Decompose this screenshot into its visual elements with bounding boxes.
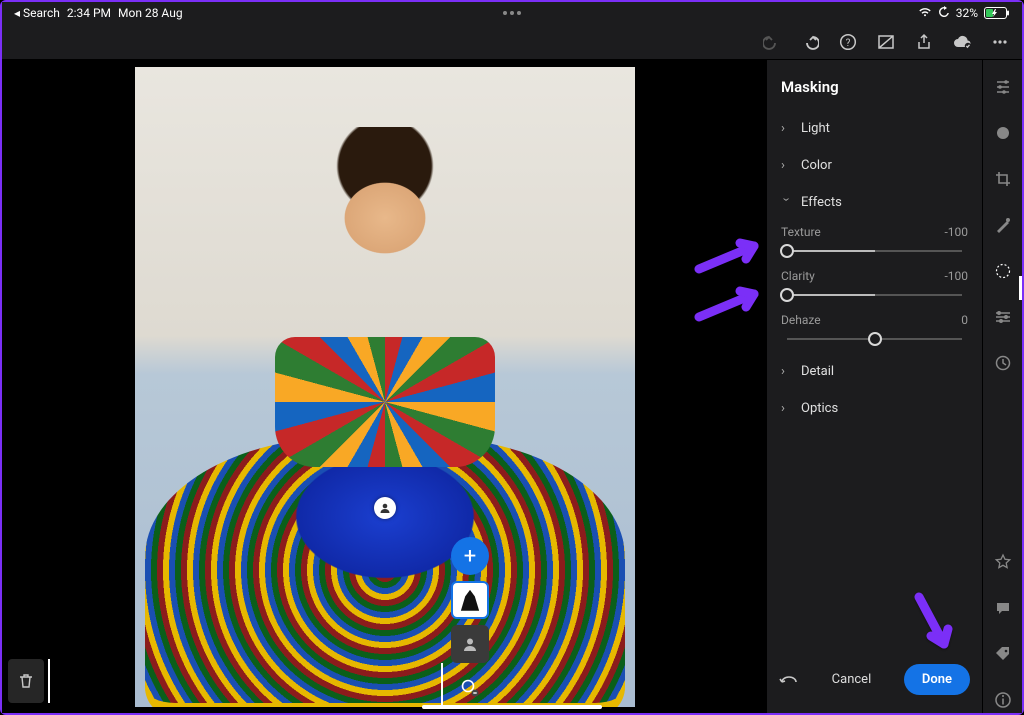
comments-icon[interactable] bbox=[994, 599, 1012, 621]
versions-icon[interactable] bbox=[994, 354, 1012, 376]
group-effects[interactable]: › Effects bbox=[767, 184, 982, 221]
slider-dehaze[interactable]: Dehaze 0 bbox=[767, 309, 982, 353]
mask-stack: + bbox=[451, 537, 489, 707]
crop-icon[interactable] bbox=[994, 170, 1012, 192]
status-time: 2:34 PM bbox=[67, 6, 111, 20]
group-color-label: Color bbox=[801, 158, 832, 173]
svg-text:?: ? bbox=[846, 38, 851, 49]
group-optics-label: Optics bbox=[801, 401, 838, 416]
cloud-sync-icon[interactable] bbox=[952, 32, 972, 52]
slider-texture-value: -100 bbox=[944, 225, 968, 239]
smudge-icon[interactable] bbox=[994, 124, 1012, 146]
group-light-label: Light bbox=[801, 121, 830, 136]
tool-strip bbox=[982, 60, 1022, 713]
more-icon[interactable] bbox=[990, 32, 1010, 52]
group-effects-label: Effects bbox=[801, 195, 842, 210]
group-color[interactable]: › Color bbox=[767, 147, 982, 184]
slider-clarity[interactable]: Clarity -100 bbox=[767, 265, 982, 309]
chevron-right-icon: › bbox=[781, 121, 791, 136]
undo-icon[interactable] bbox=[800, 32, 820, 52]
edited-photo bbox=[135, 67, 635, 707]
delete-button[interactable] bbox=[8, 659, 44, 703]
rotation-lock-icon bbox=[938, 6, 950, 21]
reset-mask-icon[interactable] bbox=[779, 670, 799, 689]
image-canvas[interactable]: + bbox=[2, 60, 767, 713]
add-mask-button[interactable]: + bbox=[451, 537, 489, 575]
adjust-sliders-icon[interactable] bbox=[994, 78, 1012, 100]
share-icon[interactable] bbox=[914, 32, 934, 52]
app-toolbar: ? bbox=[2, 24, 1022, 60]
keywords-icon[interactable] bbox=[994, 645, 1012, 667]
chevron-right-icon: › bbox=[781, 364, 791, 379]
compare-original-icon[interactable] bbox=[876, 32, 896, 52]
mask-thumbnail-selected[interactable] bbox=[451, 581, 489, 619]
status-bar: ◂ Search 2:34 PM Mon 28 Aug 32% bbox=[2, 2, 1022, 24]
battery-percent: 32% bbox=[956, 6, 978, 20]
masking-panel: Masking › Light › Color › Effects Textur… bbox=[767, 60, 982, 713]
presets-icon[interactable] bbox=[994, 308, 1012, 330]
battery-icon bbox=[984, 7, 1010, 19]
back-to-app[interactable]: ◂ Search bbox=[14, 6, 60, 20]
wifi-icon bbox=[918, 6, 932, 20]
slider-dehaze-value: 0 bbox=[961, 313, 968, 327]
chevron-down-icon: › bbox=[779, 198, 794, 208]
active-tool-indicator bbox=[1019, 276, 1022, 300]
panel-title: Masking bbox=[767, 60, 982, 110]
divider-left bbox=[48, 659, 50, 703]
slider-texture-label: Texture bbox=[781, 225, 821, 239]
star-rating-icon[interactable] bbox=[994, 553, 1012, 575]
group-light[interactable]: › Light bbox=[767, 110, 982, 147]
slider-clarity-value: -100 bbox=[944, 269, 968, 283]
multitask-dots[interactable] bbox=[503, 11, 521, 15]
redo-icon[interactable] bbox=[762, 32, 782, 52]
masking-tool-icon[interactable] bbox=[994, 262, 1012, 284]
help-icon[interactable]: ? bbox=[838, 32, 858, 52]
chevron-right-icon: › bbox=[781, 158, 791, 173]
slider-texture[interactable]: Texture -100 bbox=[767, 221, 982, 265]
slider-clarity-label: Clarity bbox=[781, 269, 815, 283]
zoom-fit-button[interactable] bbox=[451, 669, 489, 707]
chevron-right-icon: › bbox=[781, 401, 791, 416]
info-icon[interactable] bbox=[994, 691, 1012, 713]
group-detail-label: Detail bbox=[801, 364, 834, 379]
mask-tool-person[interactable] bbox=[451, 625, 489, 663]
mask-person-badge[interactable] bbox=[374, 497, 396, 519]
cancel-button[interactable]: Cancel bbox=[832, 672, 872, 687]
done-button[interactable]: Done bbox=[904, 664, 970, 695]
slider-dehaze-label: Dehaze bbox=[781, 313, 821, 327]
group-optics[interactable]: › Optics bbox=[767, 390, 982, 427]
home-indicator[interactable] bbox=[422, 705, 602, 709]
status-date: Mon 28 Aug bbox=[118, 6, 183, 20]
healing-brush-icon[interactable] bbox=[994, 216, 1012, 238]
group-detail[interactable]: › Detail bbox=[767, 353, 982, 390]
